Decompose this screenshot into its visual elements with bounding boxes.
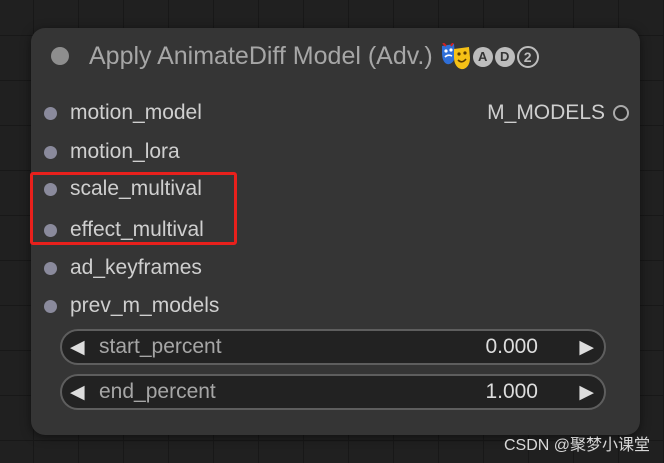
input-slot-label: prev_m_models [70,294,220,317]
watermark: CSDN @聚梦小课堂 [503,437,650,454]
decrement-arrow-icon[interactable]: ◀ [70,376,85,408]
collapse-toggle-icon[interactable] [51,47,69,65]
node-header[interactable]: Apply AnimateDiff Model (Adv.) A D 2 [31,28,640,86]
node-title: Apply AnimateDiff Model (Adv.) A D 2 [89,42,539,71]
increment-arrow-icon[interactable]: ▶ [579,331,594,363]
increment-arrow-icon[interactable]: ▶ [579,376,594,408]
input-slot-label: motion_lora [70,140,180,163]
output-slot-dot[interactable] [613,105,629,121]
widget-label: end_percent [99,380,216,403]
theater-masks-icon [441,42,470,69]
highlight-annotation-box [30,172,237,245]
output-slot-m-models[interactable]: M_MODELS [487,100,629,126]
badge-d: D [494,46,515,67]
badge-a: A [472,46,493,67]
widget-value[interactable]: 0.000 [485,331,538,363]
output-slot-label: M_MODELS [487,101,605,124]
input-slot-dot[interactable] [44,261,57,275]
input-slot-dot[interactable] [44,106,57,120]
end-percent-widget[interactable]: ◀ end_percent 1.000 ▶ [60,374,606,410]
start-percent-widget[interactable]: ◀ start_percent 0.000 ▶ [60,329,606,365]
input-slot-label: ad_keyframes [70,256,202,279]
widget-value[interactable]: 1.000 [485,376,538,408]
widget-label: start_percent [99,335,222,358]
decrement-arrow-icon[interactable]: ◀ [70,331,85,363]
input-slot-dot[interactable] [44,299,57,313]
node-title-text: Apply AnimateDiff Model (Adv.) [89,42,433,70]
input-slot-dot[interactable] [44,145,57,159]
badge-2: 2 [516,45,539,68]
input-slot-label: motion_model [70,101,202,124]
